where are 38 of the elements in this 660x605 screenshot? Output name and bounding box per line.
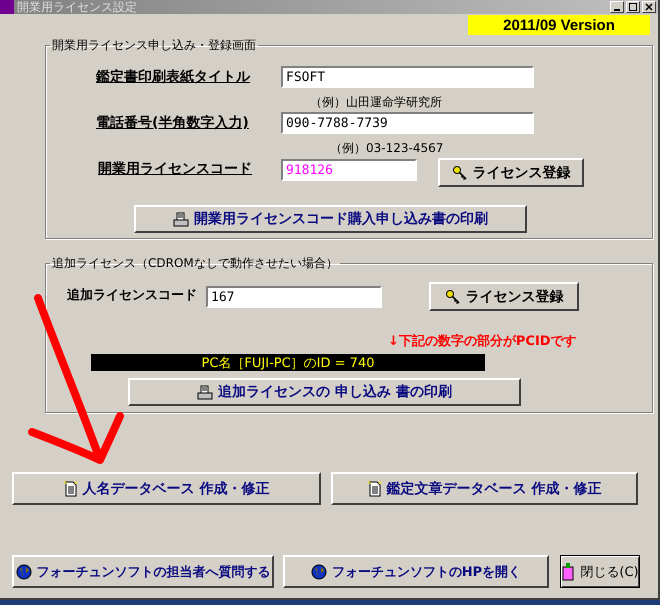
field-label: 追加ライセンスコード — [67, 287, 197, 304]
globe-icon — [310, 564, 327, 580]
window-title: 開業用ライセンス設定 — [17, 0, 138, 14]
maximize-icon — [629, 3, 637, 11]
field-hint: （例）山田運命学研究所 — [310, 94, 442, 111]
close-button[interactable] — [642, 1, 656, 13]
field-hint: （例）03-123-4567 — [330, 140, 444, 157]
close-dialog-button[interactable]: 閉じる(C) — [560, 555, 640, 588]
register-button[interactable]: ライセンス登録 — [429, 282, 579, 311]
printer-icon — [197, 384, 214, 400]
group-title: 追加ライセンス（CDROMなしで動作させたい場合） — [51, 255, 339, 272]
key-icon — [452, 164, 468, 180]
pc-id-display: PC名［FUJI-PC］のID = 740 — [91, 354, 485, 371]
group-title: 開業用ライセンス申し込み・登録画面 — [51, 37, 257, 54]
print-button[interactable]: 開業用ライセンスコード購入申し込み書の印刷 — [134, 205, 527, 233]
web-button[interactable]: フォーチュンソフトのHPを開く — [283, 555, 549, 588]
pcid-note: ↓下記の数字の部分がPCIDです — [388, 332, 577, 350]
print-button[interactable]: 追加ライセンスの 申し込み 書の印刷 — [128, 378, 521, 406]
printer-icon — [173, 212, 189, 226]
field-label: 開業用ライセンスコード — [98, 160, 252, 178]
register-button[interactable]: ライセンス登録 — [438, 158, 584, 187]
close-icon — [645, 3, 653, 11]
key-icon — [444, 288, 460, 304]
database-button[interactable]: 人名データベース 作成・修正 — [12, 472, 321, 505]
field-label: 鑑定書印刷表紙タイトル — [96, 68, 250, 86]
minimize-button[interactable] — [610, 1, 624, 13]
document-icon — [64, 480, 78, 496]
maximize-button[interactable] — [626, 1, 640, 13]
document-icon — [368, 480, 382, 496]
door-icon — [561, 562, 576, 580]
license-code-field[interactable]: 167 — [206, 286, 382, 308]
text-field[interactable]: 090-7788-7739 — [281, 112, 534, 134]
database-button[interactable]: 鑑定文章データベース 作成・修正 — [331, 472, 638, 505]
globe-icon — [16, 564, 32, 580]
text-field[interactable]: FSOFT — [281, 66, 534, 88]
web-button[interactable]: フォーチュンソフトの担当者へ質問する — [12, 555, 274, 588]
field-label: 電話番号(半角数字入力) — [96, 114, 249, 132]
version-label: 2011/09 Version — [468, 15, 650, 35]
